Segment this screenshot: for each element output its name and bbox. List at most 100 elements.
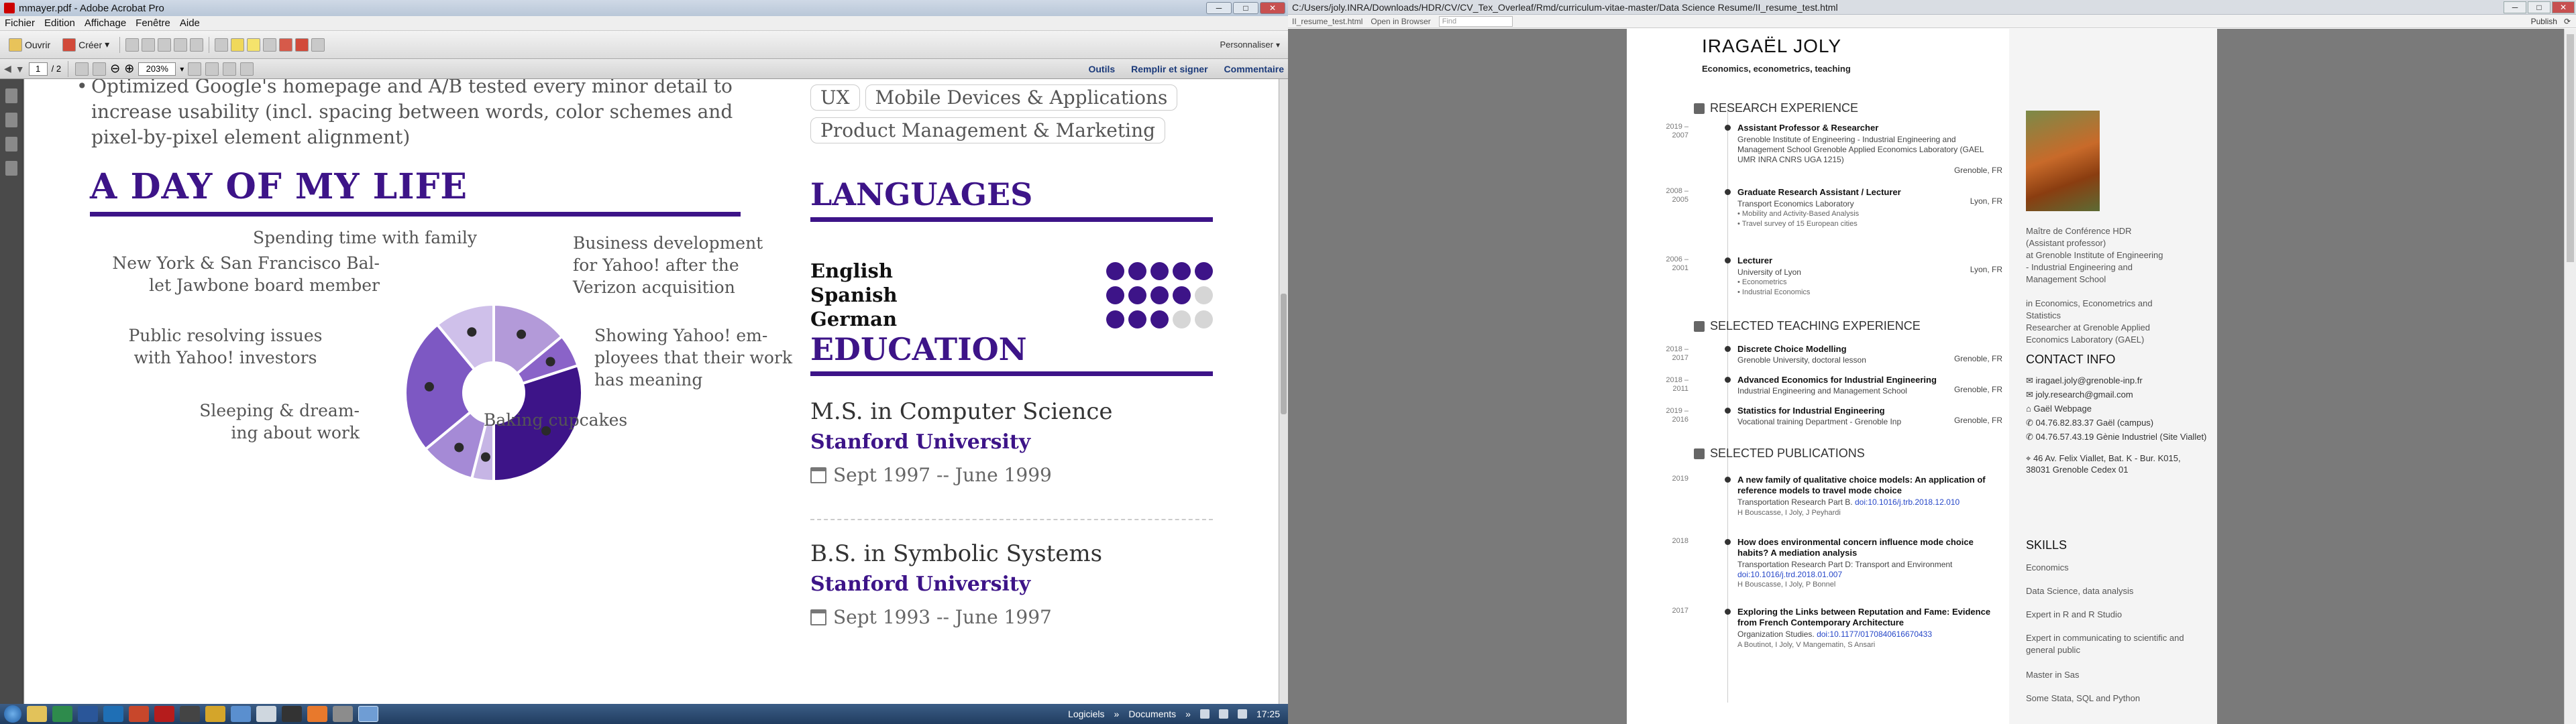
rstudio-icon[interactable] — [231, 706, 251, 722]
comment-icon[interactable] — [231, 38, 245, 52]
app2-icon[interactable] — [333, 706, 353, 722]
open-in-browser-button[interactable]: Open in Browser — [1371, 17, 1430, 26]
attachments-panel-icon[interactable] — [5, 137, 17, 152]
level-dot — [1173, 310, 1191, 328]
chrome-icon[interactable] — [205, 706, 225, 722]
app-icon[interactable] — [180, 706, 200, 722]
acrobat-nav-toolbar: ◀ ▼ 1 / 2 ⊖ ⊕ 203% ▾ Outils Remplir et s… — [0, 59, 1288, 79]
print-icon[interactable] — [142, 38, 156, 52]
location-icon: ⌖ — [2026, 453, 2033, 463]
excel-icon[interactable] — [52, 706, 72, 722]
minimize-button[interactable]: ─ — [1206, 2, 1232, 14]
review-icon[interactable] — [295, 38, 309, 52]
minimize-button[interactable]: ─ — [2504, 1, 2526, 13]
acrobat-menubar: Fichier Edition Affichage Fenêtre Aide — [0, 16, 1288, 31]
close-button[interactable]: ✕ — [1260, 2, 1285, 14]
tab-comment[interactable]: Commentaire — [1224, 64, 1284, 74]
find-input[interactable]: Find — [1438, 15, 1513, 27]
contact-link[interactable]: ⌂ Gaël Webpage — [2026, 403, 2207, 414]
tab-tools[interactable]: Outils — [1088, 64, 1115, 74]
sign-icon[interactable] — [279, 38, 293, 52]
maximize-button[interactable]: □ — [1233, 2, 1258, 14]
menu-fichier[interactable]: Fichier — [0, 17, 40, 29]
language-row: German — [810, 307, 1213, 331]
bookmarks-panel-icon[interactable] — [5, 113, 17, 127]
signatures-panel-icon[interactable] — [5, 161, 17, 176]
contact-link[interactable]: ✉ joly.research@gmail.com — [2026, 389, 2207, 400]
terminal-icon[interactable] — [282, 706, 302, 722]
menu-affichage[interactable]: Affichage — [80, 17, 131, 29]
pub-journal: Transportation Research Part D: Transpor… — [1737, 560, 1999, 580]
explorer-icon[interactable] — [27, 706, 47, 722]
pub-doi-link[interactable]: doi:10.1177/0170840616670433 — [1817, 629, 1932, 639]
refresh-icon[interactable]: ⟳ — [2564, 17, 2571, 26]
page-number-input[interactable]: 1 — [28, 62, 48, 76]
slice-marker — [517, 329, 527, 339]
menu-fenetre[interactable]: Fenêtre — [131, 17, 175, 29]
pdf-scrollbar[interactable] — [1279, 79, 1288, 704]
entry-details: • Econometrics • Industrial Economics — [1737, 278, 1811, 296]
powerpoint-icon[interactable] — [129, 706, 149, 722]
zoom-out-icon[interactable]: ⊖ — [110, 62, 120, 76]
scroll-thumb[interactable] — [1281, 294, 1287, 414]
pub-journal: Organization Studies. doi:10.1177/017084… — [1737, 629, 1999, 640]
pub-doi-link[interactable]: doi:10.1016/j.trb.2018.12.010 — [1855, 497, 1960, 507]
contact-item: ✆ 04.76.82.83.37 Gaël (campus) — [2026, 417, 2207, 428]
publish-button[interactable]: Publish — [2531, 17, 2557, 26]
create-button[interactable]: Créer ▾ — [58, 35, 114, 55]
share-icon[interactable] — [311, 38, 325, 52]
zoom-input[interactable]: 203% — [138, 62, 176, 76]
zoom-in-icon[interactable]: ⊕ — [124, 62, 134, 76]
pub-year: 2017 — [1672, 607, 1688, 615]
menu-aide[interactable]: Aide — [175, 17, 205, 29]
timeline-dot — [1725, 257, 1731, 263]
taskbar-item-documents[interactable]: Documents — [1128, 709, 1176, 719]
level-dot — [1173, 261, 1191, 280]
settings-icon[interactable] — [215, 38, 229, 52]
stamp-icon[interactable] — [263, 38, 277, 52]
hand-tool-icon[interactable] — [93, 62, 107, 76]
level-dot — [1150, 310, 1169, 328]
zoom-dropdown-icon[interactable]: ▾ — [180, 64, 184, 74]
network-icon[interactable] — [1199, 709, 1210, 719]
pub-doi-link[interactable]: doi:10.1016/j.trd.2018.01.007 — [1737, 570, 1842, 579]
file-tab[interactable]: II_resume_test.html — [1292, 17, 1362, 26]
export-icon[interactable] — [190, 38, 204, 52]
tab-fill-sign[interactable]: Remplir et signer — [1131, 64, 1208, 74]
create-icon — [62, 38, 76, 52]
acrobat-icon[interactable] — [154, 706, 174, 722]
scroll-thumb[interactable] — [2567, 34, 2574, 262]
fit-width-icon[interactable] — [205, 62, 219, 76]
select-tool-icon[interactable] — [75, 62, 89, 76]
firefox-icon[interactable] — [307, 706, 327, 722]
email-icon[interactable] — [158, 38, 172, 52]
menu-edition[interactable]: Edition — [40, 17, 80, 29]
viewer-scrollbar[interactable] — [2564, 29, 2576, 724]
save-icon[interactable] — [125, 38, 140, 52]
taskbar-item-logiciels[interactable]: Logiciels — [1068, 709, 1104, 719]
edu-dates-2: Sept 1993 -- June 1997 — [810, 606, 1052, 628]
pages-panel-icon[interactable] — [5, 88, 17, 103]
edit-icon[interactable] — [174, 38, 188, 52]
full-screen-icon[interactable] — [223, 62, 237, 76]
highlight-icon[interactable] — [247, 38, 261, 52]
flag-icon[interactable] — [1218, 709, 1228, 719]
fit-page-icon[interactable] — [188, 62, 202, 76]
next-page-icon[interactable]: ▼ — [15, 64, 25, 74]
prev-page-icon[interactable]: ◀ — [4, 63, 11, 74]
maximize-button[interactable]: □ — [2528, 1, 2551, 13]
open-button[interactable]: Ouvrir — [4, 35, 55, 55]
contact-link[interactable]: ✉ iragael.joly@grenoble-inp.fr — [2026, 375, 2207, 386]
close-button[interactable]: ✕ — [2552, 1, 2575, 13]
acrobat-logo-icon — [4, 3, 15, 13]
skill-item: Expert in R and R Studio — [2026, 609, 2123, 619]
outlook-icon[interactable] — [103, 706, 123, 722]
word-icon[interactable] — [78, 706, 98, 722]
start-button[interactable] — [4, 705, 21, 723]
personalize-menu[interactable]: Personnaliser — [1220, 40, 1273, 50]
clock[interactable]: 17:25 — [1256, 709, 1280, 719]
rotate-icon[interactable] — [240, 62, 254, 76]
app3-icon[interactable] — [358, 706, 378, 722]
notepad-icon[interactable] — [256, 706, 276, 722]
volume-icon[interactable] — [1237, 709, 1247, 719]
